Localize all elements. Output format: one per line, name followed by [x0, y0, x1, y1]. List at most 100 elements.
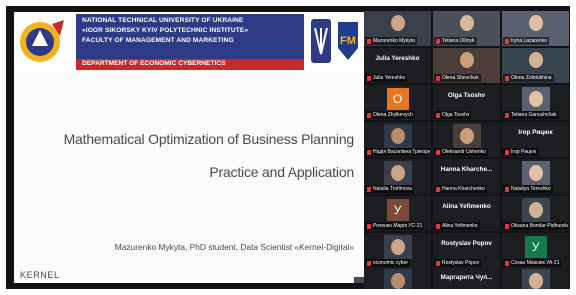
participant-tile[interactable]: Olena Shevchuk	[433, 48, 500, 83]
department-name: DEPARTMENT OF ECONOMIC CYBERNETICS	[82, 60, 226, 67]
participant-name-label: Роченко Марія УС-21	[365, 222, 425, 230]
participant-tile[interactable]: Сергій Костенко	[502, 267, 569, 289]
slide-author: Mazurenko Mykyta, PhD student, Data Scie…	[114, 242, 354, 252]
participant-name-label: Alina Yefimenko	[434, 222, 480, 230]
participant-avatar: У	[524, 236, 547, 258]
participant-caption: Tetiana Oliinyk	[433, 36, 500, 46]
participant-video	[521, 87, 550, 111]
participant-gallery: Mazurenko Mykyta Tetiana Oliinyk Iryna Laz…	[362, 6, 570, 289]
participant-tile[interactable]: Nataliya Tereshko	[502, 159, 569, 194]
participant-face	[459, 15, 474, 31]
participant-name-label: Hanna Kharchenko	[434, 185, 487, 193]
participant-tile[interactable]: Rostyslav Popov Rostyslav Popov	[433, 233, 500, 268]
participant-face	[390, 273, 405, 289]
participant-tile[interactable]: Olena Zolotukhina	[502, 48, 569, 83]
participant-face	[390, 165, 405, 181]
participant-name-label: Olena Zhylkevych	[365, 111, 415, 119]
participant-tile[interactable]: Oksana Bondar-Pidhurska	[502, 196, 569, 231]
participant-name-label: Сохан Максим УА-21	[503, 259, 562, 267]
participant-face	[390, 239, 405, 255]
participant-caption: Nataliya Tereshko	[502, 184, 569, 194]
participant-name-label: Mazurenko Mykyta	[365, 37, 417, 45]
participant-tile[interactable]: УА-21 Растов Валерія	[364, 267, 431, 289]
participant-caption: Oleksandr Ushenko	[433, 147, 500, 157]
participant-display-name: Rostyslav Popov	[441, 240, 492, 247]
participant-caption: Alina Yefimenko	[433, 221, 500, 231]
participant-tile[interactable]: Natalia Trofimova	[364, 159, 431, 194]
participant-face	[528, 165, 543, 181]
zoom-meeting-window: NATIONAL TECHNICAL UNIVERSITY OF UKRAINE…	[6, 6, 570, 289]
participant-video	[383, 124, 412, 148]
participant-caption: Oksana Bondar-Pidhurska	[502, 221, 569, 231]
participant-video	[521, 161, 550, 185]
participant-caption: Hanna Kharchenko	[433, 184, 500, 194]
participant-face	[459, 52, 474, 68]
faculty-logo-icon	[20, 20, 64, 62]
participant-tile[interactable]: Маргарита Чуп...Маргарита Чуприна	[433, 267, 500, 289]
participant-name-label: Tetiana Ganushchak	[503, 111, 559, 119]
participant-tile[interactable]: Oleksandr Ushenko	[433, 122, 500, 157]
muted-microphone-icon	[367, 112, 371, 118]
participant-tile[interactable]: Hanna Kharche... Hanna Kharchenko	[433, 159, 500, 194]
muted-microphone-icon	[367, 38, 371, 44]
muted-microphone-icon	[505, 149, 509, 155]
participant-name-label: Oksana Bondar-Pidhurska	[503, 222, 568, 230]
participant-tile[interactable]: Julia Yereshko Julia Yereshko	[364, 48, 431, 83]
participant-caption: Olena Shevchuk	[433, 73, 500, 83]
participant-tile[interactable]: economic cyber	[364, 233, 431, 268]
participant-display-name: Alina Yefimenko	[442, 203, 491, 210]
participant-name-label: Rostyslav Popov	[434, 259, 482, 267]
participant-face	[459, 128, 474, 144]
university-name-line: NATIONAL TECHNICAL UNIVERSITY OF UKRAINE	[82, 17, 244, 24]
participant-tile[interactable]: Tetiana Ganushchak	[502, 85, 569, 120]
participant-caption: Роченко Марія УС-21	[364, 221, 431, 231]
muted-microphone-icon	[367, 223, 371, 229]
participant-tile[interactable]: Надія Василівна Григоренко	[364, 122, 431, 157]
institute-name-line: «IGOR SIKORSKY KYIV POLYTECHNIC INSTITUT…	[82, 27, 249, 34]
participant-name-label: Iryna Lazarenko	[503, 37, 549, 45]
kernel-logo: KERNEL	[20, 270, 60, 280]
participant-tile[interactable]: У Роченко Марія УС-21	[364, 196, 431, 231]
muted-microphone-icon	[505, 75, 509, 81]
participant-name-label: Надія Василівна Григоренко	[365, 148, 430, 156]
participant-tile[interactable]: Tetiana Oliinyk	[433, 11, 500, 46]
participant-video	[521, 269, 550, 289]
participant-display-name: Маргарита Чуп...	[440, 274, 493, 281]
participant-face	[528, 15, 543, 31]
participant-tile[interactable]: O Olena Zhylkevych	[364, 85, 431, 120]
participant-caption: Olena Zhylkevych	[364, 110, 431, 120]
muted-microphone-icon	[367, 186, 371, 192]
muted-microphone-icon	[436, 75, 440, 81]
participant-name-label: Oleksandr Ushenko	[434, 148, 488, 156]
participant-video	[521, 198, 550, 222]
muted-microphone-icon	[367, 75, 371, 81]
participant-video	[383, 161, 412, 185]
participant-caption: Natalia Trofimova	[364, 184, 431, 194]
participant-display-name: Julia Yereshko	[375, 55, 420, 62]
muted-microphone-icon	[505, 186, 509, 192]
department-strip: DEPARTMENT OF ECONOMIC CYBERNETICS	[76, 59, 304, 70]
faculty-crest-icon: FM	[338, 22, 358, 60]
participant-avatar: O	[386, 88, 409, 110]
muted-microphone-icon	[436, 112, 440, 118]
svg-text:FM: FM	[340, 35, 356, 47]
shared-screen-slide: NATIONAL TECHNICAL UNIVERSITY OF UKRAINE…	[14, 12, 364, 283]
participant-name-label: Tetiana Oliinyk	[434, 37, 477, 45]
participant-name-label: Julia Yereshko	[365, 74, 408, 82]
muted-microphone-icon	[436, 38, 440, 44]
participant-tile[interactable]: У Сохан Максим УА-21	[502, 233, 569, 268]
participant-caption: Ігор Рицюк	[502, 147, 569, 157]
muted-microphone-icon	[505, 112, 509, 118]
participant-tile[interactable]: Alina Yefimenko Alina Yefimenko	[433, 196, 500, 231]
participant-name-label: Olena Zolotukhina	[503, 74, 554, 82]
participant-display-name: Hanna Kharche...	[440, 166, 493, 173]
participant-tile[interactable]: Ігор Рицюк Ігор Рицюк	[502, 122, 569, 157]
participant-display-name: Olga Tsoshv	[447, 92, 486, 99]
participant-tile[interactable]: Olga Tsoshv Olga Tsoshv	[433, 85, 500, 120]
participant-tile[interactable]: Mazurenko Mykyta	[364, 11, 431, 46]
participant-tile[interactable]: Iryna Lazarenko	[502, 11, 569, 46]
faculty-name-line: FACULTY OF MANAGEMENT AND MARKETING	[82, 37, 234, 44]
participant-caption: Olena Zolotukhina	[502, 73, 569, 83]
muted-microphone-icon	[436, 260, 440, 266]
participant-name-label: economic cyber	[365, 259, 411, 267]
